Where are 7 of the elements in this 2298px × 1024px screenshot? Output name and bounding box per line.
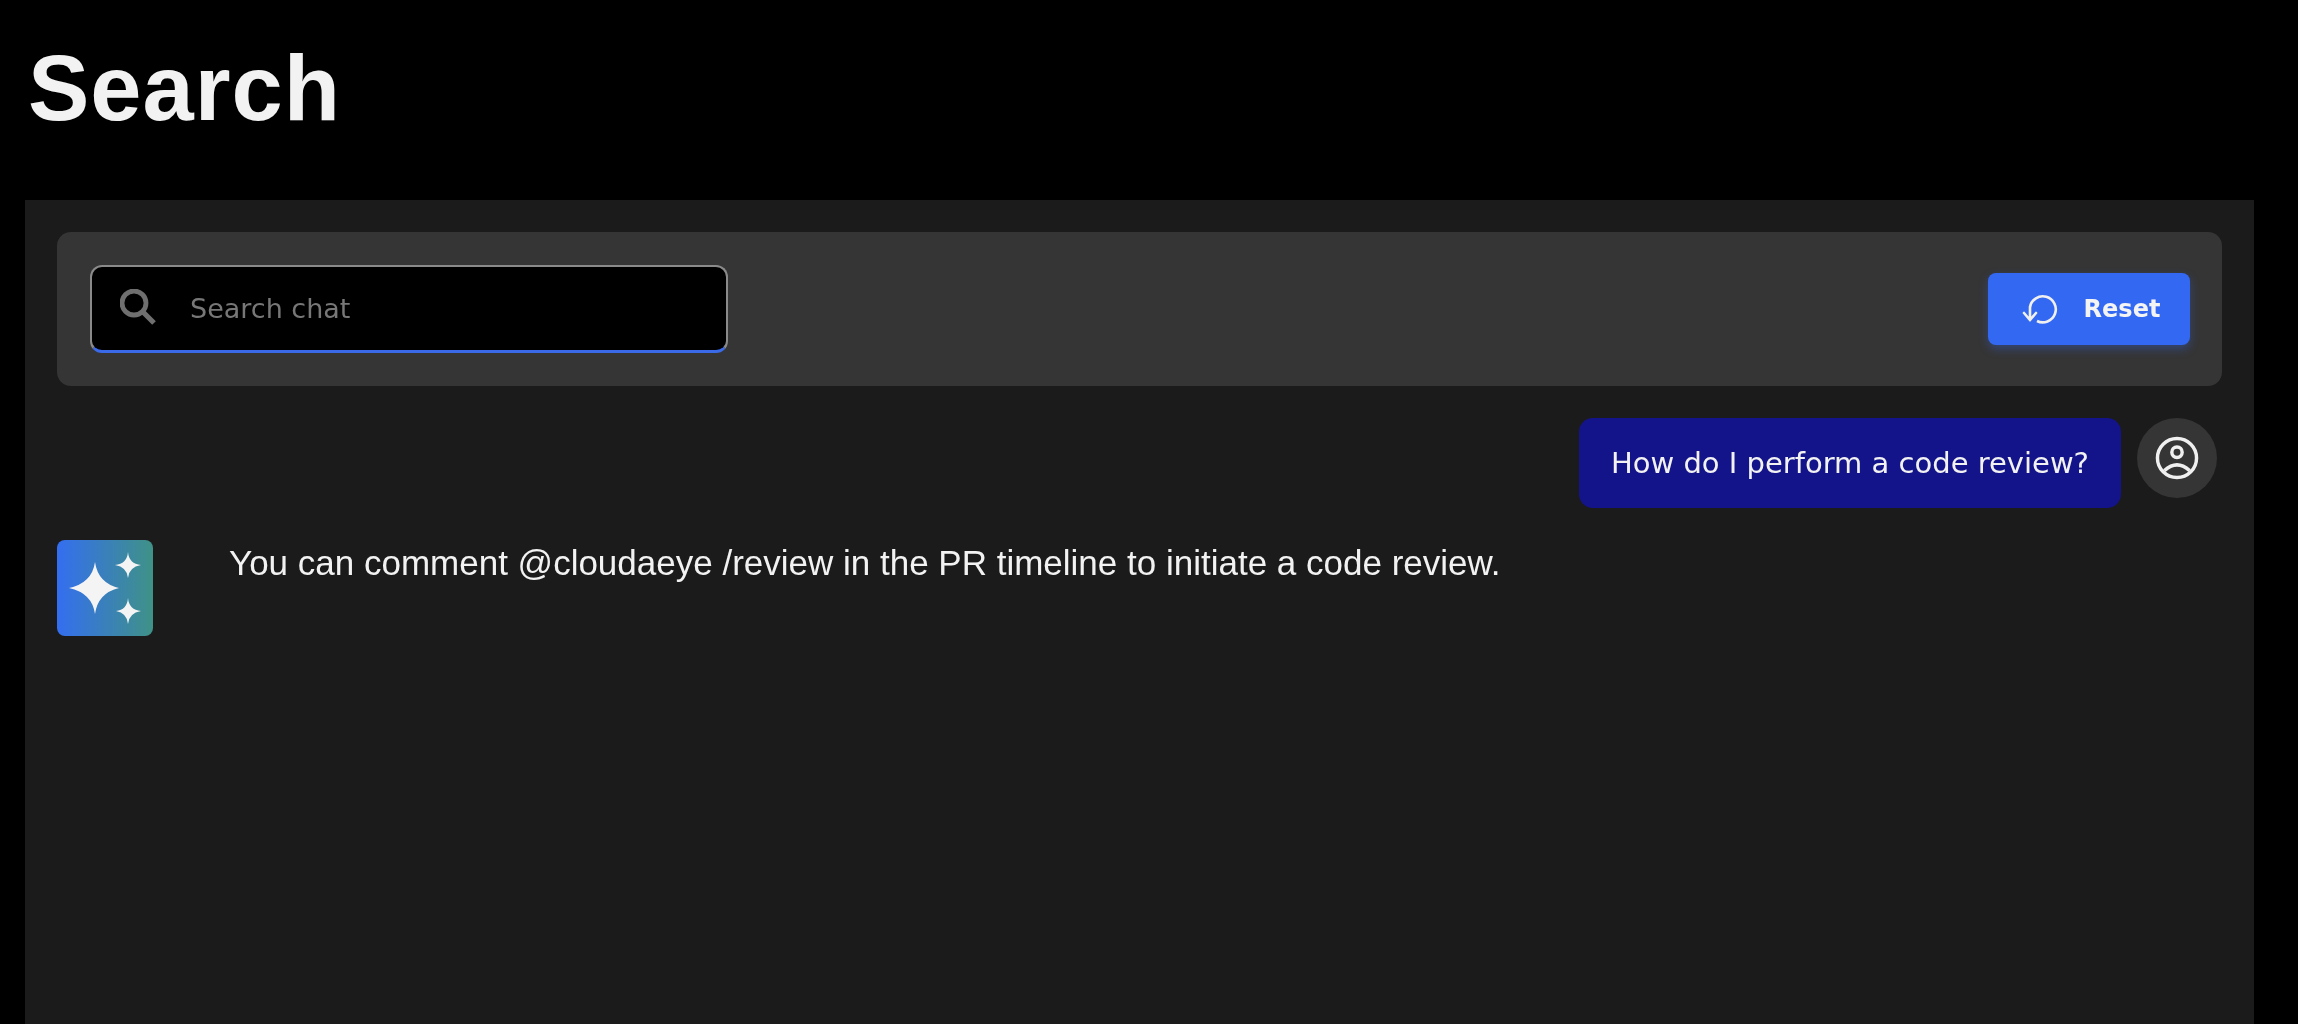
user-message: How do I perform a code review? [1578, 418, 2121, 508]
sparkle-icon [57, 540, 153, 636]
assistant-message: You can comment @cloudaeye /review in the PR timeline to initiate a code review. [229, 542, 1501, 584]
page-title: Search [27, 36, 342, 141]
search-field[interactable]: Search chat [90, 265, 728, 353]
reset-button[interactable]: Reset [1988, 273, 2190, 345]
search-icon [120, 289, 158, 327]
